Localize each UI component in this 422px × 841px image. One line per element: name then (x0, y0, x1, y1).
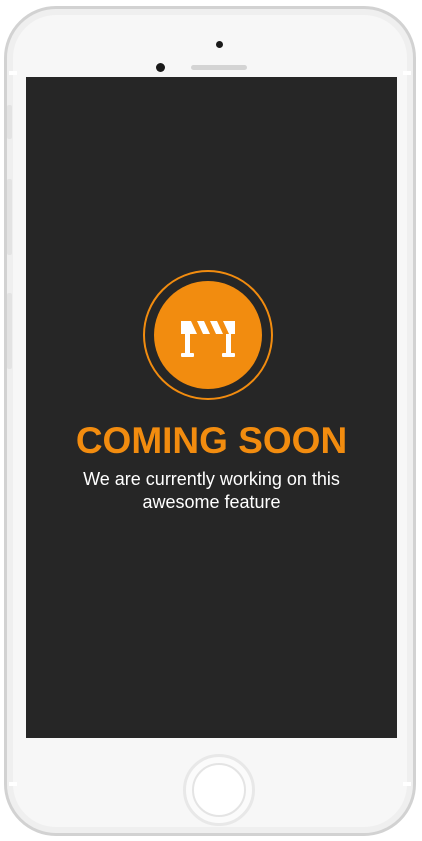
coming-soon-subtitle: We are currently working on this awesome… (83, 469, 340, 512)
mute-switch (7, 105, 12, 139)
icon-badge-ring (143, 270, 273, 400)
home-button-bezel (183, 754, 255, 826)
antenna-band (9, 782, 17, 786)
proximity-sensor (216, 41, 223, 48)
antenna-band (403, 71, 411, 75)
antenna-band (403, 782, 411, 786)
antenna-band (9, 71, 17, 75)
volume-up-button (7, 179, 12, 255)
road-barrier-icon (181, 321, 235, 357)
volume-down-button (7, 293, 12, 369)
home-button[interactable] (192, 763, 246, 817)
coming-soon-title: COMING SOON (75, 420, 348, 461)
icon-badge (154, 281, 262, 389)
earpiece-speaker (191, 65, 247, 70)
screen: COMING SOON We are currently working on … (26, 77, 397, 738)
front-camera (156, 63, 165, 72)
